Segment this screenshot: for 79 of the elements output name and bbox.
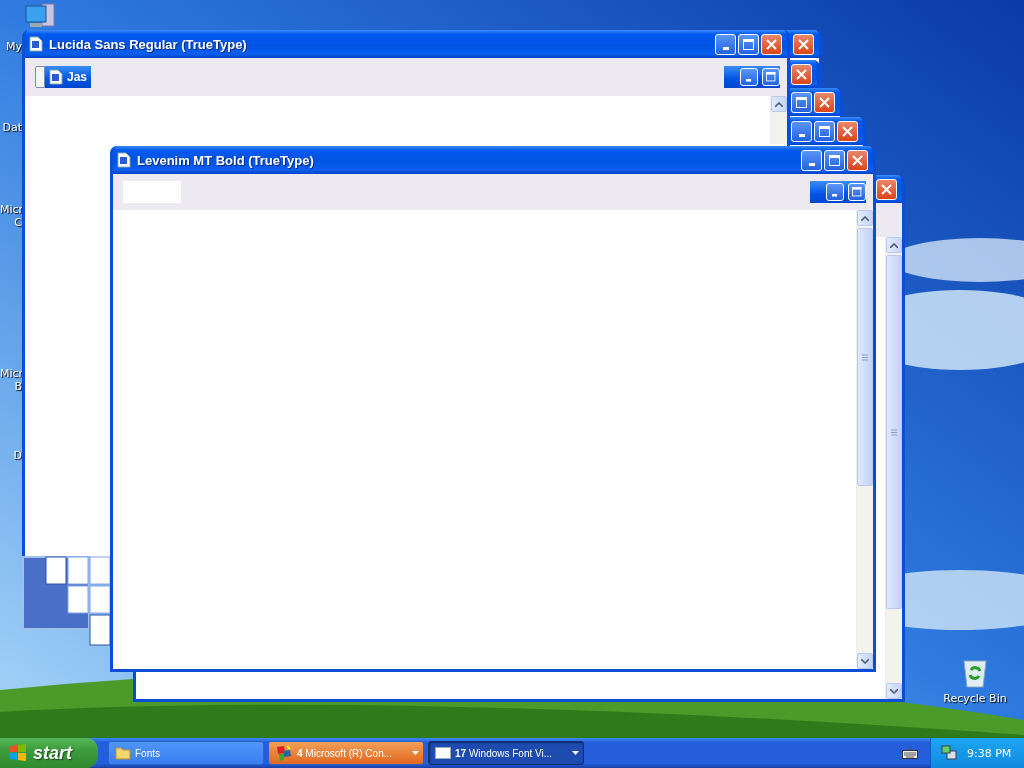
close-icon [852, 154, 863, 166]
minimize-icon [746, 79, 752, 82]
minimize-button[interactable] [801, 149, 822, 171]
inner-title-bar[interactable] [724, 66, 780, 88]
maximize-icon [819, 125, 830, 137]
window-icon [435, 747, 451, 759]
close-icon [819, 96, 830, 108]
caret-icon [412, 751, 419, 755]
minimize-icon [722, 46, 729, 50]
close-icon [842, 125, 853, 137]
window-stub [35, 66, 45, 88]
window-title: Lucida Sans Regular (TrueType) [49, 36, 248, 52]
desktop-icon-label[interactable]: D [0, 449, 22, 462]
taskbar-button[interactable]: 17 Windows Font Vi... [428, 741, 584, 765]
program-icon [275, 744, 293, 762]
maximize-button[interactable] [762, 68, 780, 86]
maximize-icon [796, 96, 807, 108]
inner-title-bar[interactable]: Jas [45, 66, 91, 88]
inner-title-bar[interactable] [810, 181, 866, 203]
grip-icon [891, 428, 897, 436]
title-bar[interactable]: Lucida Sans Regular (TrueType) [25, 30, 787, 58]
recycle-bin-label[interactable]: Recycle Bin [943, 692, 1007, 705]
grip-icon [862, 353, 868, 361]
font-file-icon [29, 36, 43, 52]
maximize-button[interactable] [848, 183, 866, 201]
start-button[interactable]: start [0, 738, 98, 768]
close-button[interactable] [791, 63, 812, 85]
scroll-down-button[interactable] [886, 683, 902, 699]
close-icon [796, 68, 807, 80]
inner-window-title: Jas [66, 70, 87, 84]
close-button[interactable] [876, 178, 897, 200]
minimize-button[interactable] [740, 68, 758, 86]
maximize-button[interactable] [814, 120, 835, 142]
maximize-button[interactable] [791, 91, 812, 113]
close-icon [798, 38, 809, 50]
network-icon[interactable] [941, 745, 957, 761]
maximize-icon [852, 187, 862, 197]
close-button[interactable] [847, 149, 868, 171]
minimize-icon [832, 194, 838, 197]
scroll-up-button[interactable] [857, 210, 873, 226]
minimize-icon [808, 162, 815, 166]
window-title: Levenim MT Bold (TrueType) [137, 152, 315, 168]
desktop-icon-label[interactable]: Micr [0, 367, 22, 380]
font-file-icon [117, 152, 131, 168]
maximize-button[interactable] [824, 149, 845, 171]
maximize-button[interactable] [738, 33, 759, 55]
keyboard-icon[interactable] [902, 747, 918, 759]
desktop-icon-label[interactable]: B [0, 380, 22, 393]
minimize-button[interactable] [826, 183, 844, 201]
scroll-thumb[interactable] [857, 228, 873, 486]
desktop-icon-label[interactable]: Micr [0, 203, 22, 216]
taskbar-button[interactable]: Fonts [108, 741, 264, 765]
close-button[interactable] [837, 120, 858, 142]
scroll-down-button[interactable] [857, 653, 873, 669]
close-icon [766, 38, 777, 50]
font-file-icon [49, 69, 63, 85]
computer-icon [24, 2, 56, 30]
minimize-button[interactable] [715, 33, 736, 55]
windows-flag-icon [8, 743, 28, 763]
maximize-icon [766, 72, 776, 82]
maximize-icon [743, 38, 754, 50]
maximize-icon [829, 154, 840, 166]
clock: 9:38 PM [967, 746, 1012, 760]
desktop-icon-label[interactable]: C [0, 216, 22, 229]
scroll-up-button[interactable] [886, 237, 902, 253]
desktop-icon-label[interactable]: My [0, 40, 22, 53]
desktop-icon-label[interactable]: Dat [0, 121, 22, 134]
close-button[interactable] [814, 91, 835, 113]
caret-icon [572, 751, 579, 755]
minimize-button[interactable] [791, 120, 812, 142]
scroll-thumb[interactable] [886, 255, 902, 609]
close-button[interactable] [793, 33, 814, 55]
folder-icon [115, 746, 131, 760]
minimize-icon [798, 133, 805, 137]
taskbar-button[interactable]: 4 Microsoft (R) Con... [268, 741, 424, 765]
close-button[interactable] [761, 33, 782, 55]
title-bar[interactable]: Levenim MT Bold (TrueType) [113, 146, 873, 174]
close-icon [881, 183, 892, 195]
scroll-up-button[interactable] [771, 96, 787, 112]
